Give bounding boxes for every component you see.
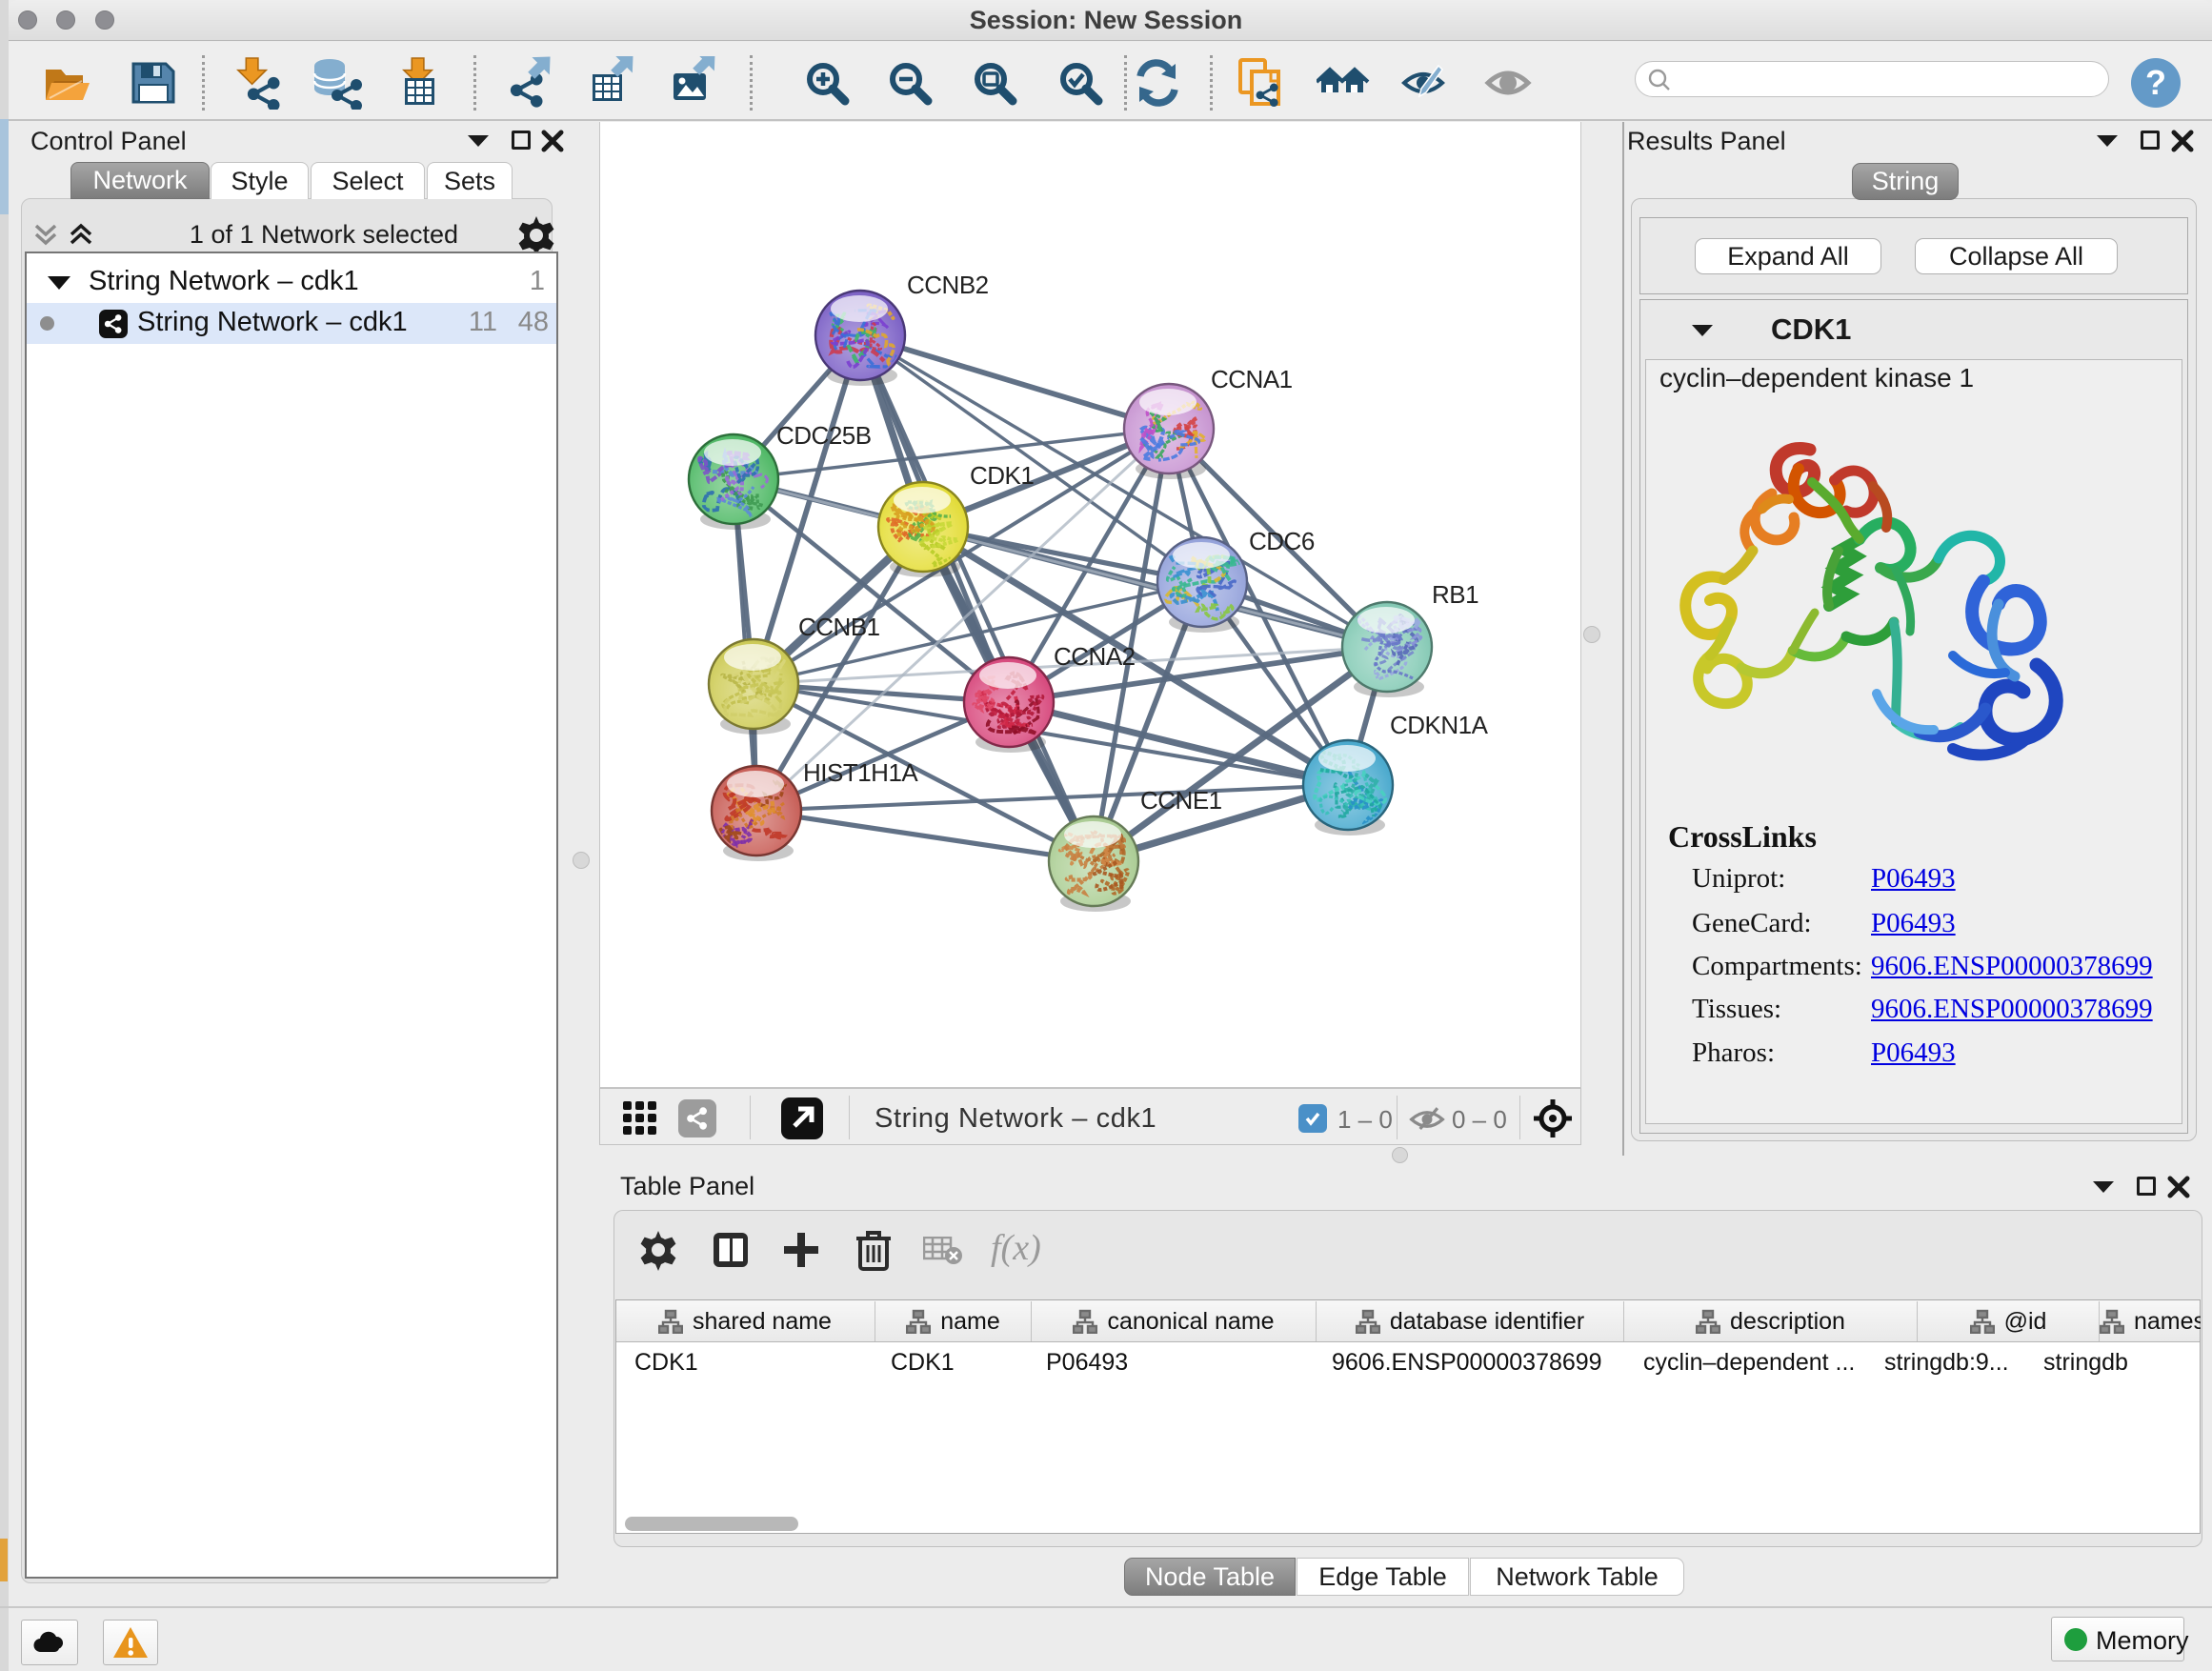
svg-text:RB1: RB1 <box>1432 580 1478 609</box>
svg-text:CDKN1A: CDKN1A <box>1390 711 1489 739</box>
svg-text:CCNB2: CCNB2 <box>907 271 989 299</box>
svg-text:CCNA1: CCNA1 <box>1211 365 1293 393</box>
svg-text:CDC6: CDC6 <box>1249 527 1315 555</box>
svg-text:CCNA2: CCNA2 <box>1054 642 1136 671</box>
svg-text:HIST1H1A: HIST1H1A <box>803 758 918 787</box>
svg-text:CCNE1: CCNE1 <box>1140 786 1222 815</box>
svg-text:CDK1: CDK1 <box>970 461 1034 490</box>
svg-text:CCNB1: CCNB1 <box>798 613 880 641</box>
svg-text:CDC25B: CDC25B <box>776 421 872 450</box>
